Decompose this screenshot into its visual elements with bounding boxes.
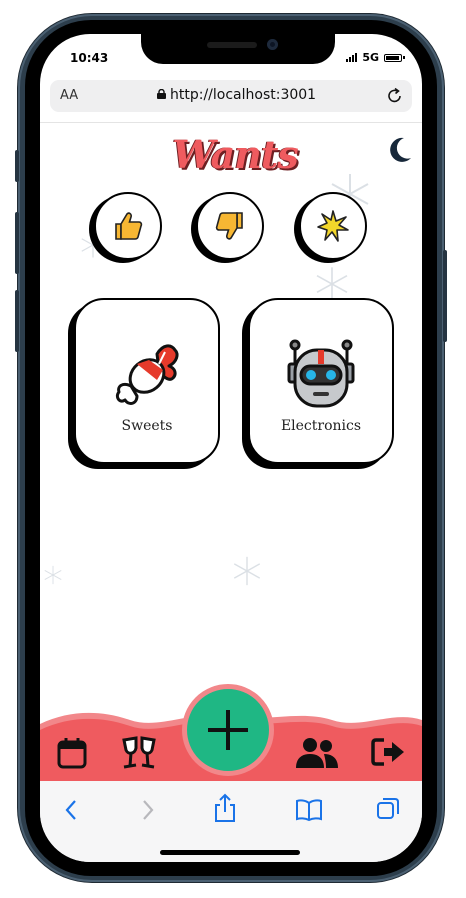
phone-screen: 10:43 5G AA http://localhost:3001 Wants …: [40, 34, 422, 862]
signal-icon: [346, 53, 358, 62]
back-icon[interactable]: [64, 799, 78, 821]
front-camera: [267, 39, 278, 50]
lock-icon: [157, 89, 166, 99]
reload-icon[interactable]: [386, 87, 404, 105]
battery-level: [386, 55, 399, 60]
address-bar[interactable]: AA http://localhost:3001: [50, 80, 412, 112]
url-text: http://localhost:3001: [170, 87, 317, 103]
bottom-navigation: [40, 684, 422, 786]
battery-icon: [384, 53, 405, 62]
text-size-button[interactable]: AA: [60, 88, 78, 103]
address-divider: [40, 122, 422, 123]
status-time: 10:43: [70, 51, 109, 65]
notch: [141, 34, 335, 64]
special-filter-button[interactable]: [299, 192, 367, 260]
network-type: 5G: [362, 51, 379, 64]
cheers-icon[interactable]: [118, 734, 160, 772]
users-icon[interactable]: [294, 736, 340, 770]
thumbs-down-icon: [215, 212, 243, 240]
speaker-grille: [207, 42, 257, 48]
share-icon[interactable]: [213, 793, 237, 823]
volume-up-button: [15, 212, 19, 274]
volume-down-button: [15, 290, 19, 352]
star-burst-icon: [317, 210, 349, 242]
category-label: Electronics: [280, 418, 362, 434]
bookmarks-icon[interactable]: [295, 798, 323, 822]
dislike-filter-button[interactable]: [196, 192, 264, 260]
mute-switch: [15, 150, 19, 182]
app-title: Wants: [172, 132, 299, 177]
robot-icon: [287, 339, 355, 408]
category-label: Sweets: [121, 418, 173, 434]
candy-icon: [115, 344, 179, 405]
like-filter-button[interactable]: [94, 192, 162, 260]
calendar-icon[interactable]: [56, 736, 88, 770]
logout-icon[interactable]: [370, 736, 406, 768]
snowflake-icon: [233, 556, 261, 586]
thumbs-up-icon: [115, 212, 143, 240]
power-button: [443, 250, 447, 342]
category-card-electronics[interactable]: Electronics: [248, 298, 394, 464]
snowflake-icon: [44, 565, 62, 585]
tabs-icon[interactable]: [375, 796, 401, 822]
add-icon: [208, 710, 248, 750]
add-wish-button[interactable]: [182, 684, 274, 776]
forward-icon[interactable]: [141, 799, 155, 821]
home-indicator[interactable]: [160, 850, 300, 855]
status-indicators: 5G: [346, 51, 405, 64]
dark-mode-toggle-icon[interactable]: [387, 136, 413, 164]
category-card-sweets[interactable]: Sweets: [74, 298, 220, 464]
